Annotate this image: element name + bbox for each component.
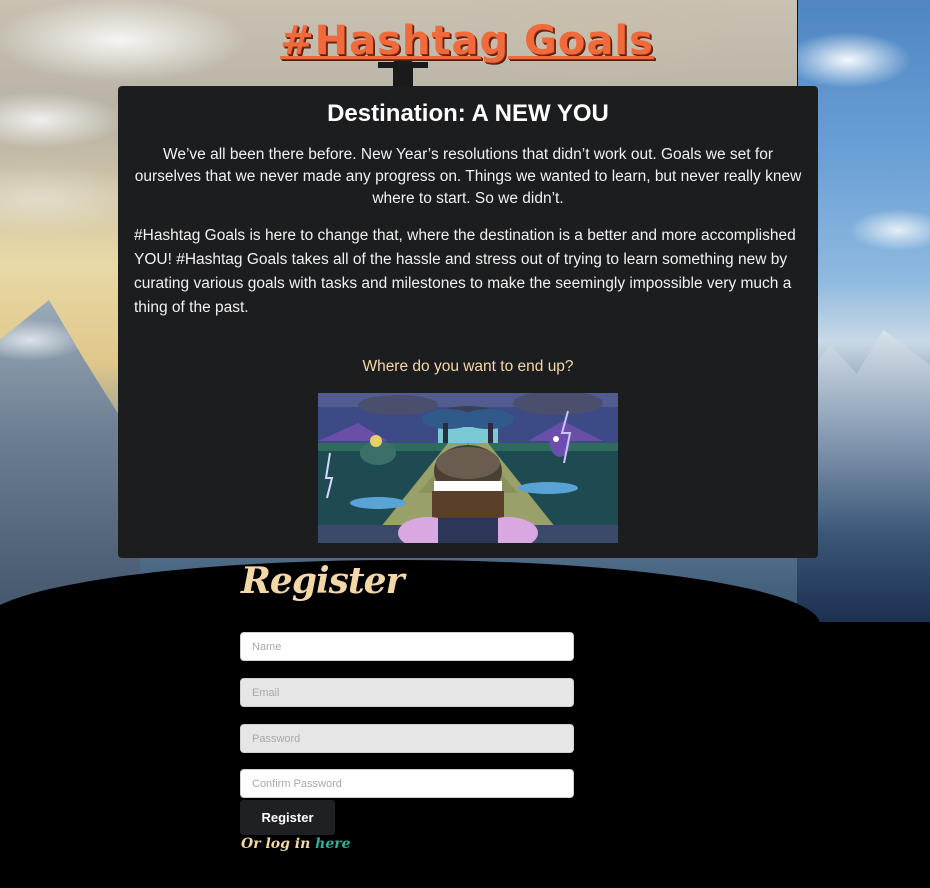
- name-input[interactable]: [240, 632, 574, 661]
- login-prompt: Or log in here: [241, 836, 351, 852]
- destination-question: Where do you want to end up?: [362, 358, 574, 375]
- card-heading: Destination: A NEW YOU: [327, 100, 609, 127]
- card-intro: We’ve all been there before. New Year’s …: [134, 146, 802, 207]
- pixel-art-road-image: [318, 393, 618, 543]
- register-button[interactable]: Register: [240, 800, 335, 835]
- password-input[interactable]: [240, 724, 574, 753]
- site-title: #Hashtag Goals: [280, 18, 654, 64]
- info-card: Destination: A NEW YOU We’ve all been th…: [118, 86, 818, 558]
- login-link[interactable]: here: [315, 836, 350, 852]
- confirm-password-input[interactable]: [240, 769, 574, 798]
- register-heading: Register: [241, 560, 404, 602]
- login-prefix-text: Or log in: [241, 836, 316, 852]
- card-body: #Hashtag Goals is here to change that, w…: [134, 227, 796, 316]
- email-input[interactable]: [240, 678, 574, 707]
